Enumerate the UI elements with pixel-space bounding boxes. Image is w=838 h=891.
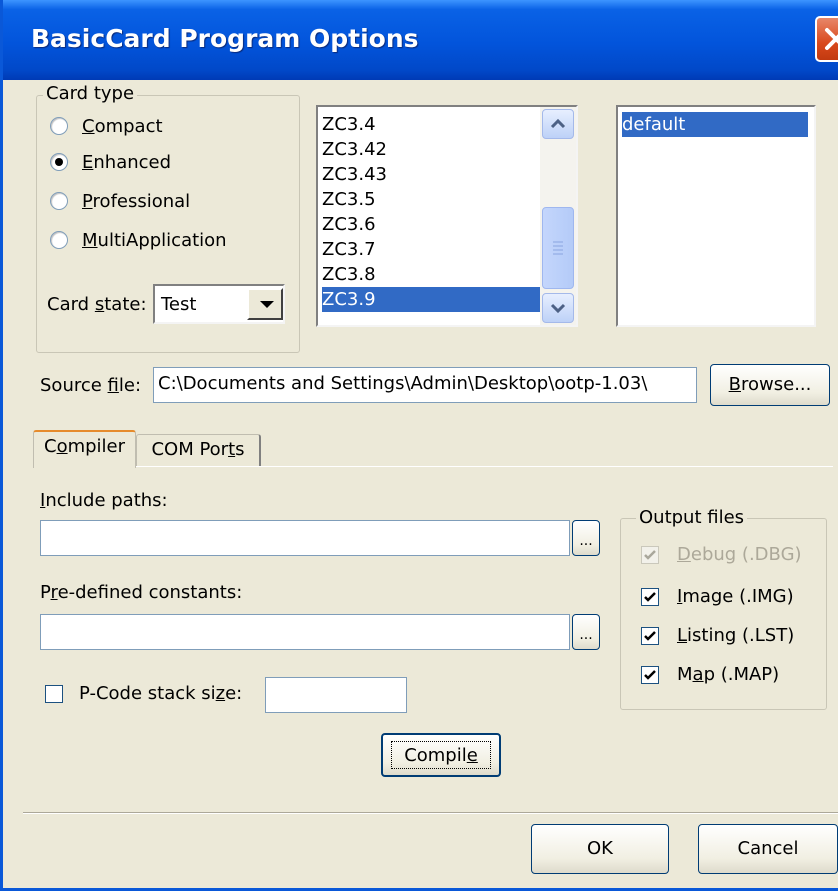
pcode-label: P-Code stack size: xyxy=(79,683,243,704)
radio-label: MultiApplication xyxy=(82,229,227,251)
check-icon xyxy=(644,670,656,680)
radio-circle[interactable] xyxy=(50,117,68,135)
list-item-selected[interactable]: ZC3.9 xyxy=(322,287,542,312)
close-icon xyxy=(825,28,838,50)
card-state-label: Card state: xyxy=(47,294,147,315)
separator xyxy=(23,812,838,814)
list-item[interactable]: ZC3.8 xyxy=(322,262,542,287)
list-item[interactable]: ZC3.7 xyxy=(322,237,542,262)
scroll-thumb[interactable] xyxy=(542,207,574,289)
list-item[interactable]: ZC3.5 xyxy=(322,187,542,212)
debug-label: Debug (.DBG) xyxy=(677,544,802,565)
scroll-up-button[interactable] xyxy=(542,109,574,139)
list-item[interactable]: ZC3.43 xyxy=(322,162,542,187)
tab-compiler[interactable]: Compiler xyxy=(33,430,136,468)
radio-circle[interactable] xyxy=(50,153,68,171)
radio-circle[interactable] xyxy=(50,231,68,249)
constants-browse-button[interactable]: ... xyxy=(572,614,600,650)
constants-input[interactable] xyxy=(40,614,570,650)
radio-dot xyxy=(55,158,63,166)
radio-label: Compact xyxy=(82,115,163,137)
card-state-dropdown-button[interactable] xyxy=(247,288,283,320)
card-state-select[interactable]: Test xyxy=(153,284,285,324)
source-file-value: C:\Documents and Settings\Admin\Desktop\… xyxy=(158,373,648,394)
listing-checkbox[interactable] xyxy=(641,627,659,645)
version-scrollbar[interactable] xyxy=(540,107,576,325)
title-bar[interactable]: BasicCard Program Options xyxy=(3,0,838,80)
image-label: Image (.IMG) xyxy=(677,586,794,607)
config-listbox[interactable]: default xyxy=(616,105,816,327)
tab-com-ports[interactable]: COM Ports xyxy=(136,434,261,466)
scroll-down-button[interactable] xyxy=(542,293,574,323)
radio-label: Professional xyxy=(82,190,191,212)
radio-multiapplication[interactable]: MultiApplication xyxy=(50,228,227,252)
cancel-button[interactable]: Cancel xyxy=(698,824,838,874)
version-listbox[interactable]: ZC3.4 ZC3.42 ZC3.43 ZC3.5 ZC3.6 ZC3.7 ZC… xyxy=(316,105,578,327)
image-checkbox[interactable] xyxy=(641,588,659,606)
check-icon xyxy=(644,550,656,560)
pcode-stack-input[interactable] xyxy=(265,677,407,713)
include-paths-label: Include paths: xyxy=(40,490,168,511)
tab-strip-line xyxy=(33,466,833,467)
radio-circle[interactable] xyxy=(50,192,68,210)
include-paths-browse-button[interactable]: ... xyxy=(572,520,600,556)
ok-button[interactable]: OK xyxy=(531,824,669,874)
map-checkbox[interactable] xyxy=(641,666,659,684)
chevron-down-icon xyxy=(550,303,566,314)
focus-rect xyxy=(391,741,491,769)
list-item-selected[interactable]: default xyxy=(622,112,808,137)
check-icon xyxy=(644,631,656,641)
radio-label: Enhanced xyxy=(82,151,172,173)
constants-label: Pre-defined constants: xyxy=(40,582,243,603)
source-file-label: Source file: xyxy=(40,375,142,396)
chevron-down-icon xyxy=(260,301,274,308)
chevron-up-icon xyxy=(550,118,566,129)
radio-enhanced[interactable]: Enhanced xyxy=(50,150,171,174)
card-type-label: Card type xyxy=(43,84,138,104)
dialog-window: BasicCard Program Options Card type Comp… xyxy=(0,0,838,891)
debug-checkbox[interactable] xyxy=(641,546,659,564)
pcode-checkbox[interactable] xyxy=(45,685,63,703)
window-title: BasicCard Program Options xyxy=(31,24,419,53)
grip-icon xyxy=(553,241,563,255)
list-item[interactable]: ZC3.4 xyxy=(322,112,542,137)
card-state-value: Test xyxy=(161,294,197,315)
list-item[interactable]: ZC3.42 xyxy=(322,137,542,162)
output-files-label: Output files xyxy=(636,508,748,528)
radio-professional[interactable]: Professional xyxy=(50,189,190,213)
radio-compact[interactable]: Compact xyxy=(50,114,163,138)
compile-button[interactable]: Compile xyxy=(381,733,501,777)
source-file-input[interactable]: C:\Documents and Settings\Admin\Desktop\… xyxy=(153,367,697,403)
listing-label: Listing (.LST) xyxy=(677,625,795,646)
browse-button[interactable]: Browse... xyxy=(710,364,830,406)
list-item[interactable]: ZC3.6 xyxy=(322,212,542,237)
include-paths-input[interactable] xyxy=(40,520,570,556)
map-label: Map (.MAP) xyxy=(677,664,780,685)
check-icon xyxy=(644,592,656,602)
close-button[interactable] xyxy=(815,16,838,62)
